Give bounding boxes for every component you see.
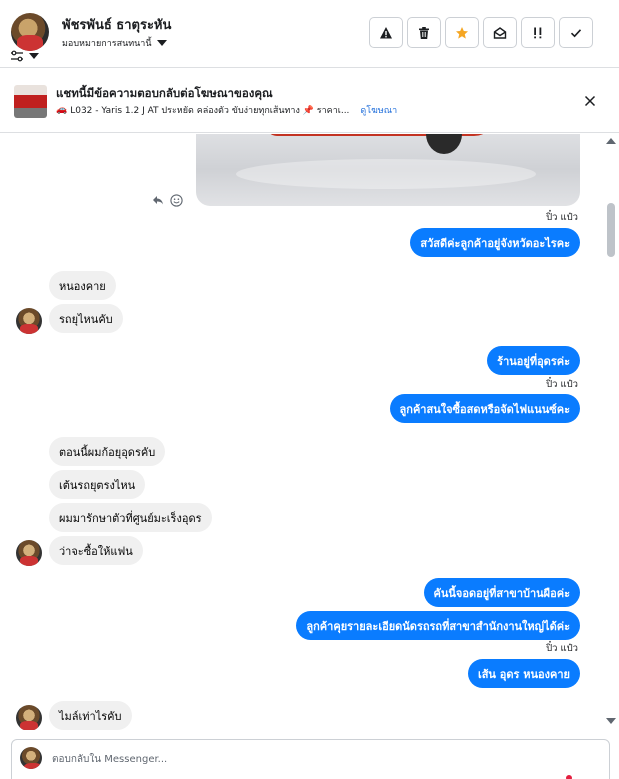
car-photo-reflection <box>236 159 536 189</box>
notification-dot <box>566 775 572 779</box>
car-photo-wheel <box>426 134 462 154</box>
contact-name[interactable]: พัชรพันธ์ ธาตุระหัน <box>62 14 171 35</box>
reply-icon[interactable] <box>152 195 164 205</box>
warning-icon <box>380 26 392 38</box>
message-incoming[interactable]: เต้นรถยุตรงไหน <box>49 470 146 499</box>
reply-composer <box>11 739 610 779</box>
scrollbar-thumb[interactable] <box>607 203 615 257</box>
message-outgoing[interactable]: สวัสดีค่ะลูกค้าอยู่จังหวัดอะไรคะ <box>410 228 580 257</box>
star-button[interactable] <box>445 17 479 48</box>
message-incoming[interactable]: หนองคาย <box>49 271 116 300</box>
message-outgoing[interactable]: ร้านอยู่ที่อุดรค่ะ <box>487 346 580 375</box>
trash-icon <box>419 26 429 39</box>
seen-indicator: ปิ๋ว แป๋ว <box>546 212 578 223</box>
seen-indicator: ปิ๋ว แป๋ว <box>546 643 578 654</box>
message-incoming[interactable]: ผมมารักษาตัวที่ศูนย์มะเร็งอุดร <box>49 503 212 532</box>
message-outgoing[interactable]: ลูกค้าสนใจซื้อสดหรือจัดไฟแนนซ์คะ <box>389 394 580 423</box>
priority-icon <box>534 27 542 38</box>
chevron-down-icon[interactable] <box>29 53 39 59</box>
message-outgoing[interactable]: คันนี้จอดอยู่ที่สาขาบ้านผือค่ะ <box>423 578 580 607</box>
done-button[interactable] <box>559 17 593 48</box>
mark-unread-button[interactable] <box>483 17 517 48</box>
page-avatar <box>20 747 42 769</box>
scroll-up-arrow-icon[interactable] <box>606 138 616 144</box>
ad-description: L032 - Yaris 1.2 J AT ประหยัด คล่องตัว ข… <box>70 106 350 116</box>
contact-avatar-small[interactable] <box>16 308 42 334</box>
follow-up-button[interactable] <box>521 17 555 48</box>
ad-reply-banner: แชทนี้มีข้อความตอบกลับต่อโฆษณาของคุณ 🚗 L… <box>0 69 619 133</box>
star-icon <box>456 26 468 39</box>
car-emoji-icon: 🚗 <box>56 105 68 115</box>
contact-avatar-small[interactable] <box>16 705 42 730</box>
message-incoming[interactable]: ว่าจะซื้อให้แฟน <box>49 536 143 565</box>
envelope-open-icon <box>493 26 507 39</box>
scroll-down-arrow-icon[interactable] <box>606 718 616 724</box>
reply-input[interactable] <box>52 748 572 770</box>
delete-button[interactable] <box>407 17 441 48</box>
close-icon[interactable] <box>581 92 599 110</box>
conversation-header: พัชรพันธ์ ธาตุระหัน มอบหมายการสนทนานี้ <box>0 0 619 68</box>
seen-indicator: ปิ๋ว แป๋ว <box>546 379 578 390</box>
view-ad-link[interactable]: ดูโฆษณา <box>360 103 397 117</box>
check-icon <box>570 28 582 37</box>
message-outgoing[interactable]: เส้น อุดร หนองคาย <box>467 659 580 688</box>
alert-button[interactable] <box>369 17 403 48</box>
chevron-down-icon <box>156 40 167 46</box>
message-incoming[interactable]: ตอนนี้ผมก้อยุอุดรคับ <box>49 437 166 466</box>
assign-label: มอบหมายการสนทนานี้ <box>62 39 152 49</box>
emoji-reaction-icon[interactable] <box>170 194 183 207</box>
settings-sliders-icon[interactable] <box>10 50 24 62</box>
message-outgoing[interactable]: ลูกค้าคุยรายละเอียดนัดรถรถที่สาขาสำนักงา… <box>296 611 580 640</box>
contact-avatar-small[interactable] <box>16 540 42 566</box>
ad-thumbnail[interactable] <box>14 85 47 118</box>
ad-banner-subtitle: 🚗 L032 - Yaris 1.2 J AT ประหยัด คล่องตัว… <box>56 103 397 117</box>
message-incoming[interactable]: ไมล์เท่าไรคับ <box>49 701 132 730</box>
contact-avatar[interactable] <box>11 13 49 51</box>
ad-banner-title: แชทนี้มีข้อความตอบกลับต่อโฆษณาของคุณ <box>56 86 273 100</box>
shared-car-image[interactable] <box>196 134 580 206</box>
message-incoming[interactable]: รถยุไหนคับ <box>49 304 123 333</box>
assign-conversation-dropdown[interactable]: มอบหมายการสนทนานี้ <box>62 36 167 50</box>
message-thread[interactable]: ปิ๋ว แป๋ว สวัสดีค่ะลูกค้าอยู่จังหวัดอะไร… <box>0 134 619 730</box>
